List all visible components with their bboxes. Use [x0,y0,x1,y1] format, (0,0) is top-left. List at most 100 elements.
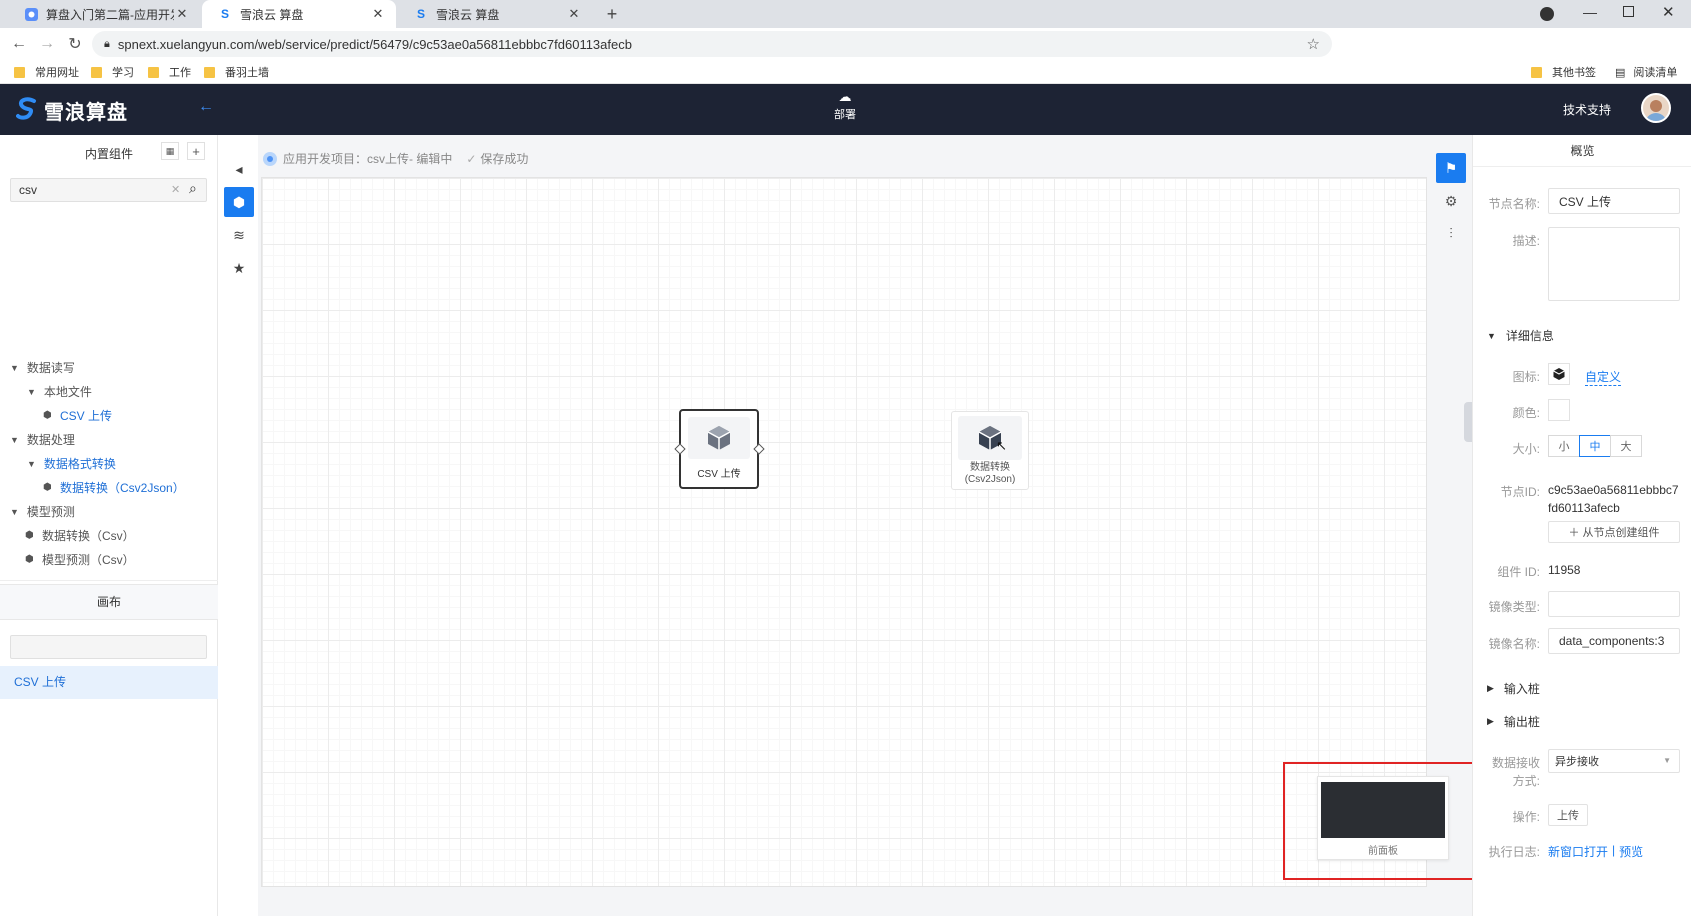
component-search-input[interactable]: csv ✕ ⌕ [10,178,207,202]
bookmark-star-icon[interactable]: ☆ [1307,35,1320,53]
search-icon[interactable]: ⌕ [189,180,197,197]
size-large-button[interactable]: 大 [1610,435,1642,457]
tree-group-local-file[interactable]: ▼ 本地文件 [27,383,92,400]
restore-icon[interactable] [1623,6,1634,17]
size-small-button[interactable]: 小 [1548,435,1580,457]
image-name-label: 镜像名称: [1488,637,1540,651]
browser-tab-2[interactable]: S 雪浪云 算盘 ✕ [202,0,396,28]
bookmark-folder-4[interactable]: 番羽土墙 [204,64,269,80]
new-tab-icon[interactable]: + [600,2,624,26]
custom-icon-link[interactable]: 自定义 [1585,368,1622,386]
tree-item-model-predict-csv[interactable]: ⬢ 模型预测（Csv） [25,551,135,568]
bookmark-folder-2[interactable]: 学习 [91,64,134,80]
caret-down-icon: ▼ [1487,330,1496,341]
image-type-input[interactable] [1548,591,1680,617]
deploy-button[interactable]: ☁ 部署 [830,90,860,122]
forward-icon[interactable]: → [34,31,60,57]
minimize-icon[interactable]: — [1583,4,1597,20]
search-value: csv [19,183,37,197]
tree-label: 模型预测 [26,505,75,519]
app-header: 雪浪算盘 ← ☁ 部署 技术支持 [0,84,1691,135]
folder-icon [14,66,25,78]
tree-label: 数据转换（Csv2Json） [60,481,185,495]
canvas-search-input[interactable] [10,635,207,659]
bookmark-folder-1[interactable]: 常用网址 [14,64,79,80]
tree-item-data-convert-csv[interactable]: ⬢ 数据转换（Csv） [25,527,135,544]
add-component-icon[interactable]: + [187,142,205,160]
tree-label: CSV 上传 [60,409,113,423]
image-name-input[interactable]: data_components:3 [1548,628,1680,654]
canvas-node-item[interactable]: CSV 上传 [0,666,218,699]
create-component-button[interactable]: ＋ 从节点创建组件 [1548,521,1680,543]
upload-button[interactable]: 上传 [1548,804,1588,826]
node-name-input[interactable]: CSV 上传 [1548,188,1680,214]
open-new-window-link[interactable]: 新窗口打开 [1548,843,1608,860]
tree-group-data-processing[interactable]: ▼ 数据处理 [10,431,75,448]
right-panel-collapse-handle[interactable] [1464,402,1472,442]
output-pins-toggle[interactable]: ▶ 输出桩 [1487,713,1540,730]
tool-strip: ◂ ⬢ ≋ ★ [218,135,258,916]
component-cube-icon[interactable]: ⬢ [224,187,254,217]
clear-search-icon[interactable]: ✕ [171,183,180,196]
address-bar[interactable]: 🔒︎ spnext.xuelangyun.com/web/service/pre… [92,31,1332,57]
back-icon[interactable]: ← [6,31,32,57]
caret-down-icon: ▼ [10,362,19,373]
tree-group-format-conversion[interactable]: ▼ 数据格式转换 [27,455,116,472]
tab-title: 雪浪云 算盘 [436,7,500,22]
tree-group-model-predict[interactable]: ▼ 模型预测 [10,503,75,520]
chevron-down-icon: ▼ [1663,756,1671,765]
description-label: 描述: [1512,234,1540,248]
close-tab-icon[interactable]: ✕ [370,6,386,22]
grid-view-icon[interactable]: ▦ [161,142,179,160]
lock-icon: 🔒︎ [104,37,110,50]
browser-tab-1[interactable]: 算盘入门第二篇-应用开发 · 语雀 ✕ [8,0,200,28]
bookmark-folder-3[interactable]: 工作 [148,64,191,80]
panel-title: 概览 [1473,135,1691,167]
cloud-upload-icon: ☁ [838,89,852,104]
cube-icon: ⬢ [43,481,52,493]
input-pins-toggle[interactable]: ▶ 输入桩 [1487,680,1540,697]
tech-support-link[interactable]: 技术支持 [1563,101,1611,118]
canvas-node-csv-upload[interactable]: CSV 上传 [674,409,765,489]
canvas-node-csv2json[interactable]: ↖ 数据转换 (Csv2Json) [951,411,1029,490]
user-avatar[interactable] [1641,93,1671,123]
collapse-arrow-icon[interactable]: ← [198,98,214,116]
size-medium-button[interactable]: 中 [1579,435,1611,457]
close-tab-icon[interactable]: ✕ [566,6,582,22]
caret-right-icon: ▶ [1487,683,1494,693]
canvas-grid[interactable] [261,177,1427,887]
app-logo-text: 雪浪算盘 [44,102,128,124]
sliders-icon[interactable]: ⫶ [1436,218,1466,248]
details-section-toggle[interactable]: ▼ 详细信息 [1487,327,1554,344]
favorites-star-icon[interactable]: ★ [224,253,254,283]
tab-search-icon[interactable] [1540,7,1554,21]
section-label: 输出桩 [1503,715,1540,729]
node-id-label: 节点ID: [1500,485,1540,499]
front-panel-preview[interactable]: 前面板 [1317,776,1449,860]
node-label: CSV 上传 [697,469,741,480]
description-textarea[interactable] [1548,227,1680,301]
tree-label: 数据处理 [26,433,75,447]
node-icon-preview[interactable] [1548,363,1570,385]
close-tab-icon[interactable]: ✕ [174,6,190,22]
overview-icon[interactable]: ⚑ [1436,153,1466,183]
node-id-line2: fd60113afecb [1548,501,1620,515]
bookmark-label: 番羽土墙 [225,67,269,79]
reading-list[interactable]: ▤ 阅读清单 [1615,64,1677,80]
reload-icon[interactable]: ↻ [62,31,88,57]
tree-item-csv-upload[interactable]: ⬢ CSV 上传 [43,407,112,424]
browser-tab-3[interactable]: S 雪浪云 算盘 ✕ [398,0,592,28]
settings-gear-icon[interactable]: ⚙ [1436,186,1466,216]
share-icon[interactable]: ◂ [224,154,254,184]
other-bookmarks[interactable]: 其他书签 [1531,64,1596,80]
layers-icon[interactable]: ≋ [224,220,254,250]
close-window-icon[interactable]: ✕ [1662,3,1675,21]
preview-link[interactable]: 预览 [1619,843,1643,860]
tree-group-data-io[interactable]: ▼ 数据读写 [10,359,75,376]
divider [0,580,218,581]
tree-item-csv2json[interactable]: ⬢ 数据转换（Csv2Json） [43,479,185,496]
component-id-label: 组件 ID: [1497,565,1540,579]
folder-icon [91,66,102,78]
color-swatch[interactable] [1548,399,1570,421]
receive-mode-select[interactable]: 异步接收 ▼ [1548,749,1680,773]
